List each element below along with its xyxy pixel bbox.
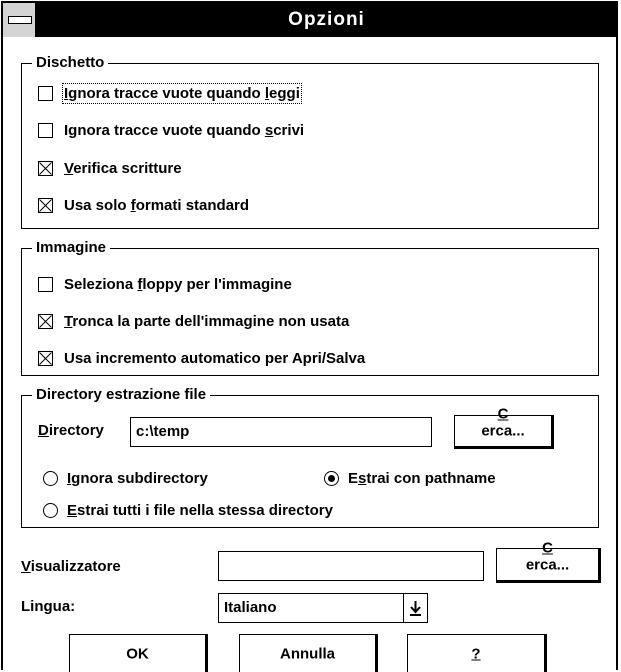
radio-label: Estrai con pathname (348, 469, 496, 487)
ok-button[interactable]: OK (69, 634, 208, 672)
title-bar: Opzioni (3, 3, 616, 37)
directory-browse-button[interactable]: Cerca... (454, 406, 554, 449)
checkbox-label: Usa incremento automatico per Apri/Salva (64, 349, 366, 367)
directory-input[interactable]: c:\temp (130, 417, 432, 447)
options-dialog: Opzioni Dischetto Ignora tracce vuote qu… (1, 1, 618, 672)
viewer-label: Visualizzatore (21, 558, 121, 575)
checkbox-truncate-image[interactable]: Tronca la parte dell'immagine non usata (38, 310, 349, 332)
radio-extract-same-directory[interactable]: Estrai tutti i file nella stessa directo… (43, 499, 333, 521)
system-menu-button[interactable] (3, 3, 37, 37)
radio-ignore-subdirectory[interactable]: Ignora subdirectory (43, 467, 208, 489)
checkbox-box[interactable] (38, 197, 53, 213)
radio-label: Ignora subdirectory (67, 469, 208, 487)
language-selected-value: Italiano (224, 599, 277, 616)
language-label: Lingua: (21, 598, 76, 615)
checkbox-label: Seleziona floppy per l'immagine (64, 275, 292, 293)
cancel-button[interactable]: Annulla (239, 634, 378, 672)
group-dischetto: Dischetto Ignora tracce vuote quando leg… (21, 53, 599, 229)
dropdown-arrow-icon[interactable] (403, 594, 427, 622)
checkbox-box[interactable] (38, 313, 53, 329)
checkbox-box[interactable] (38, 160, 53, 176)
group-immagine-label: Immagine (32, 238, 111, 258)
checkbox-verify-writes[interactable]: Verifica scritture (38, 157, 182, 179)
group-dischetto-label: Dischetto (32, 53, 109, 73)
checkbox-label: Verifica scritture (64, 159, 182, 177)
radio-extract-pathname[interactable]: Estrai con pathname (324, 467, 496, 489)
checkbox-standard-formats[interactable]: Usa solo formati standard (38, 194, 249, 216)
directory-label: Directory (38, 422, 104, 439)
system-menu-icon (8, 16, 32, 24)
checkbox-label: Ignora tracce vuote quando scrivi (64, 121, 305, 139)
help-button[interactable]: ? (407, 634, 547, 672)
checkbox-label: Ignora tracce vuote quando leggi (62, 82, 302, 104)
radio-circle[interactable] (43, 470, 58, 486)
window-title: Opzioni (288, 9, 365, 30)
group-directory-label: Directory estrazione file (32, 385, 211, 405)
radio-label: Estrai tutti i file nella stessa directo… (67, 501, 333, 519)
checkbox-box[interactable] (38, 122, 53, 138)
radio-circle[interactable] (324, 470, 339, 486)
checkbox-auto-increment[interactable]: Usa incremento automatico per Apri/Salva (38, 347, 365, 369)
checkbox-box[interactable] (38, 85, 53, 101)
checkbox-box[interactable] (38, 350, 53, 366)
checkbox-select-floppy[interactable]: Seleziona floppy per l'immagine (38, 273, 292, 295)
radio-circle[interactable] (43, 502, 58, 518)
checkbox-label: Usa solo formati standard (64, 196, 250, 214)
checkbox-box[interactable] (38, 276, 53, 292)
group-immagine: Immagine Seleziona floppy per l'immagine… (21, 238, 599, 376)
checkbox-label: Tronca la parte dell'immagine non usata (64, 312, 350, 330)
viewer-input[interactable] (218, 551, 484, 581)
language-select[interactable]: Italiano (218, 593, 428, 623)
checkbox-ignore-empty-read[interactable]: Ignora tracce vuote quando leggi (38, 82, 302, 104)
checkbox-ignore-empty-write[interactable]: Ignora tracce vuote quando scrivi (38, 119, 304, 141)
viewer-browse-button[interactable]: Cerca... (496, 539, 601, 583)
group-directory-estrazione: Directory estrazione file Directory c:\t… (21, 385, 599, 528)
